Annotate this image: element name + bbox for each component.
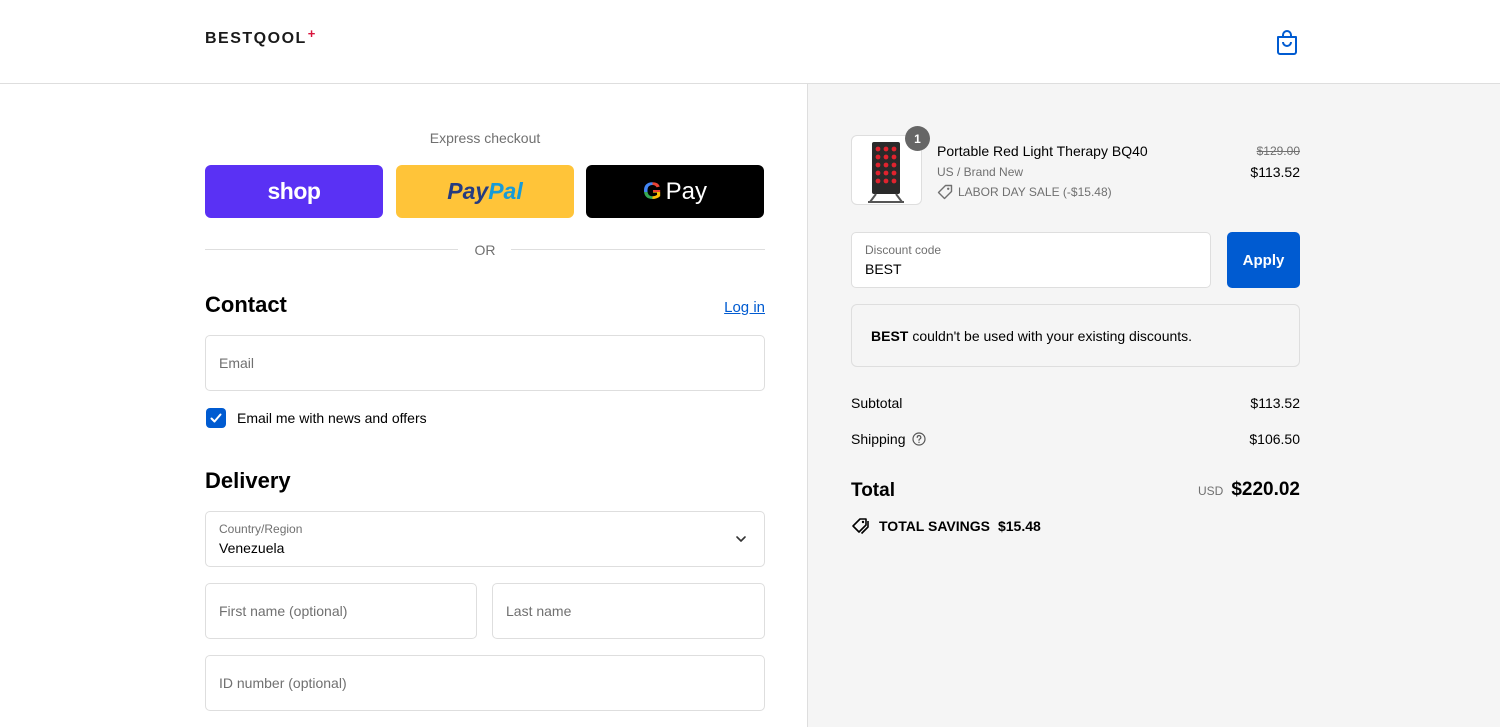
- id-number-placeholder: ID number (optional): [219, 675, 347, 691]
- login-link[interactable]: Log in: [700, 299, 765, 316]
- paypal-label-pay: Pay: [447, 178, 489, 204]
- tag-icon: [937, 184, 953, 200]
- total-amount: USD $220.02: [1100, 479, 1300, 501]
- email-placeholder: Email: [219, 355, 255, 371]
- express-checkout-label: Express checkout: [429, 130, 541, 146]
- product-discount-label: LABOR DAY SALE (-$15.48): [958, 185, 1112, 199]
- shop-pay-button[interactable]: shop: [205, 165, 383, 218]
- apply-discount-button[interactable]: Apply: [1227, 232, 1300, 288]
- or-divider-left: [205, 249, 458, 250]
- chevron-down-icon: [736, 536, 746, 542]
- google-pay-button[interactable]: G Pay: [586, 165, 764, 218]
- savings-value: $15.48: [997, 518, 1041, 534]
- notice-code: BEST: [871, 327, 909, 344]
- first-name-field[interactable]: First name (optional): [205, 583, 477, 639]
- discount-code-value: BEST: [865, 261, 902, 277]
- total-label: Total: [851, 480, 895, 501]
- subtotal-value: $113.52: [1250, 395, 1300, 411]
- shop-pay-label: shop: [267, 178, 321, 204]
- or-divider-text: OR: [474, 242, 496, 258]
- logo-plus: +: [307, 26, 317, 41]
- last-name-placeholder: Last name: [506, 603, 572, 619]
- last-name-field[interactable]: Last name: [492, 583, 765, 639]
- discount-error-notice: BEST couldn't be used with your existing…: [851, 304, 1300, 367]
- country-select[interactable]: Country/Region Venezuela: [205, 511, 765, 567]
- shipping-label: Shipping: [851, 431, 926, 447]
- checkmark-icon: [210, 413, 222, 423]
- email-field[interactable]: Email: [205, 335, 765, 391]
- total-savings: TOTAL SAVINGS $15.48: [851, 517, 1041, 535]
- paypal-label-pal: Pal: [488, 178, 523, 204]
- subtotal-label: Subtotal: [851, 395, 902, 411]
- product-name: Portable Red Light Therapy BQ40: [937, 143, 1148, 159]
- logo-text: BESTQOOL: [205, 30, 307, 47]
- shipping-label-text: Shipping: [851, 431, 906, 447]
- id-number-field[interactable]: ID number (optional): [205, 655, 765, 711]
- newsletter-label: Email me with news and offers: [237, 410, 427, 426]
- currency-code: USD: [1197, 484, 1224, 498]
- header: BESTQOOL +: [0, 0, 1500, 84]
- help-circle-icon[interactable]: [911, 432, 926, 446]
- notice-message: couldn't be used with your existing disc…: [912, 327, 1193, 344]
- discount-code-label: Discount code: [865, 243, 942, 257]
- product-discount: LABOR DAY SALE (-$15.48): [937, 184, 1112, 200]
- subtotal-label-text: Subtotal: [851, 395, 903, 411]
- google-g-icon: G: [642, 177, 662, 205]
- savings-label: TOTAL SAVINGS: [879, 518, 990, 534]
- quantity-badge: 1: [905, 126, 930, 151]
- shipping-value: $106.50: [1249, 431, 1300, 447]
- shopping-bag-icon[interactable]: [1275, 29, 1299, 55]
- paypal-button[interactable]: Pay Pal: [396, 165, 574, 218]
- product-variant: US / Brand New: [937, 165, 1024, 179]
- or-divider-right: [511, 249, 765, 250]
- savings-tag-icon: [852, 518, 869, 535]
- first-name-placeholder: First name (optional): [219, 603, 348, 619]
- product-original-price: $129.00: [1256, 144, 1300, 158]
- country-value: Venezuela: [219, 540, 285, 556]
- total-value: $220.02: [1231, 479, 1300, 500]
- discount-code-field[interactable]: Discount code BEST: [851, 232, 1211, 288]
- contact-heading: Contact: [205, 292, 287, 317]
- brand-logo[interactable]: BESTQOOL +: [205, 26, 317, 48]
- country-label: Country/Region: [219, 522, 303, 536]
- newsletter-checkbox[interactable]: [206, 408, 226, 428]
- delivery-heading: Delivery: [205, 468, 291, 493]
- google-pay-label: Pay: [665, 177, 708, 205]
- product-price: $113.52: [1250, 164, 1300, 180]
